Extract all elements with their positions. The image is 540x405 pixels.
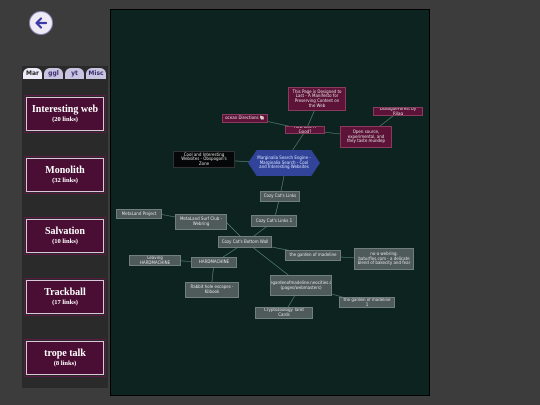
node-cryptozoology[interactable]: Cryptozoology Tarot Cards (255, 307, 313, 319)
graph-edges (158, 106, 399, 315)
node-cozy-links-1[interactable]: Cozy Cat's Links 1 (251, 215, 297, 227)
node-rabbit-hole[interactable]: Rabbit hole escapes - Kiibook (185, 282, 239, 298)
collection-name: Interesting web (31, 104, 99, 115)
node-garden-madeline-1[interactable]: the garden of madeline 1 (339, 297, 395, 308)
tab-ggl[interactable]: ggl (44, 68, 63, 79)
node-cozy-bottom-wall[interactable]: Cozy Cat's Bottom Wall (218, 236, 272, 248)
node-cozy-links[interactable]: Cozy Cat's Links (260, 191, 300, 202)
node-how-like-good[interactable]: How Like A Good? (285, 126, 325, 134)
collection-count: (32 links) (52, 177, 78, 184)
node-preserving-content[interactable]: This Page is Designed to Last - A Manife… (288, 87, 346, 111)
tab-misc[interactable]: Misc (86, 68, 106, 79)
node-webring[interactable]: no-a webring. baturfles.com - a delicate… (354, 248, 414, 270)
back-arrow-icon (35, 17, 48, 29)
collection-name: Trackball (44, 287, 86, 298)
graph-canvas[interactable]: Marginalia Search Engine - Marginalia Se… (110, 9, 430, 396)
collections-sidebar: Mar ggl yt Misc Interesting web (20 link… (22, 66, 108, 388)
node-garden-madeline[interactable]: the garden of madeline (285, 250, 341, 261)
node-metaland-surf[interactable]: MetaLand Surf Club - Webring (175, 214, 227, 230)
node-ocean-directions[interactable]: ocean Directions 🐚 (222, 114, 268, 123)
node-hardmachine[interactable]: HARDMACHINE (191, 257, 237, 268)
node-metaland-project[interactable]: MetaLand Project (116, 209, 162, 219)
collection-interesting-web[interactable]: Interesting web (20 links) (24, 95, 106, 133)
back-button[interactable] (29, 11, 53, 35)
node-leaving-hardmachine[interactable]: Leaving HARDMACHINE (129, 255, 181, 266)
node-open-source[interactable]: Open source, experimental, and they tast… (340, 126, 392, 148)
collection-monolith[interactable]: Monolith (32 links) (24, 156, 106, 194)
tab-yt[interactable]: yt (65, 68, 84, 79)
collection-trackball[interactable]: Trackball (17 links) (24, 278, 106, 316)
collection-name: Salvation (44, 226, 85, 237)
center-node[interactable]: Marginalia Search Engine - Marginalia Se… (248, 150, 320, 176)
node-cool-websites[interactable]: Cool and Interesting Websites - Obspogon… (173, 151, 235, 168)
collection-count: (17 links) (52, 299, 78, 306)
collection-count: (20 links) (52, 116, 78, 123)
collection-salvation[interactable]: Salvation (10 links) (24, 217, 106, 255)
collection-name: Monolith (45, 165, 85, 176)
node-thegardenofmadeline[interactable]: thegardenofmadeline.neocities.org (pages… (270, 275, 332, 296)
collection-name: trope talk (44, 348, 86, 359)
collection-count: (8 links) (53, 360, 77, 367)
collection-trope-talk[interactable]: trope talk (8 links) (24, 339, 106, 377)
collection-count: (10 links) (52, 238, 78, 245)
tab-mar[interactable]: Mar (23, 68, 42, 79)
tab-bar: Mar ggl yt Misc (22, 66, 108, 80)
node-dialogue-forest[interactable]: DialogueForest by Rilag (373, 107, 423, 116)
